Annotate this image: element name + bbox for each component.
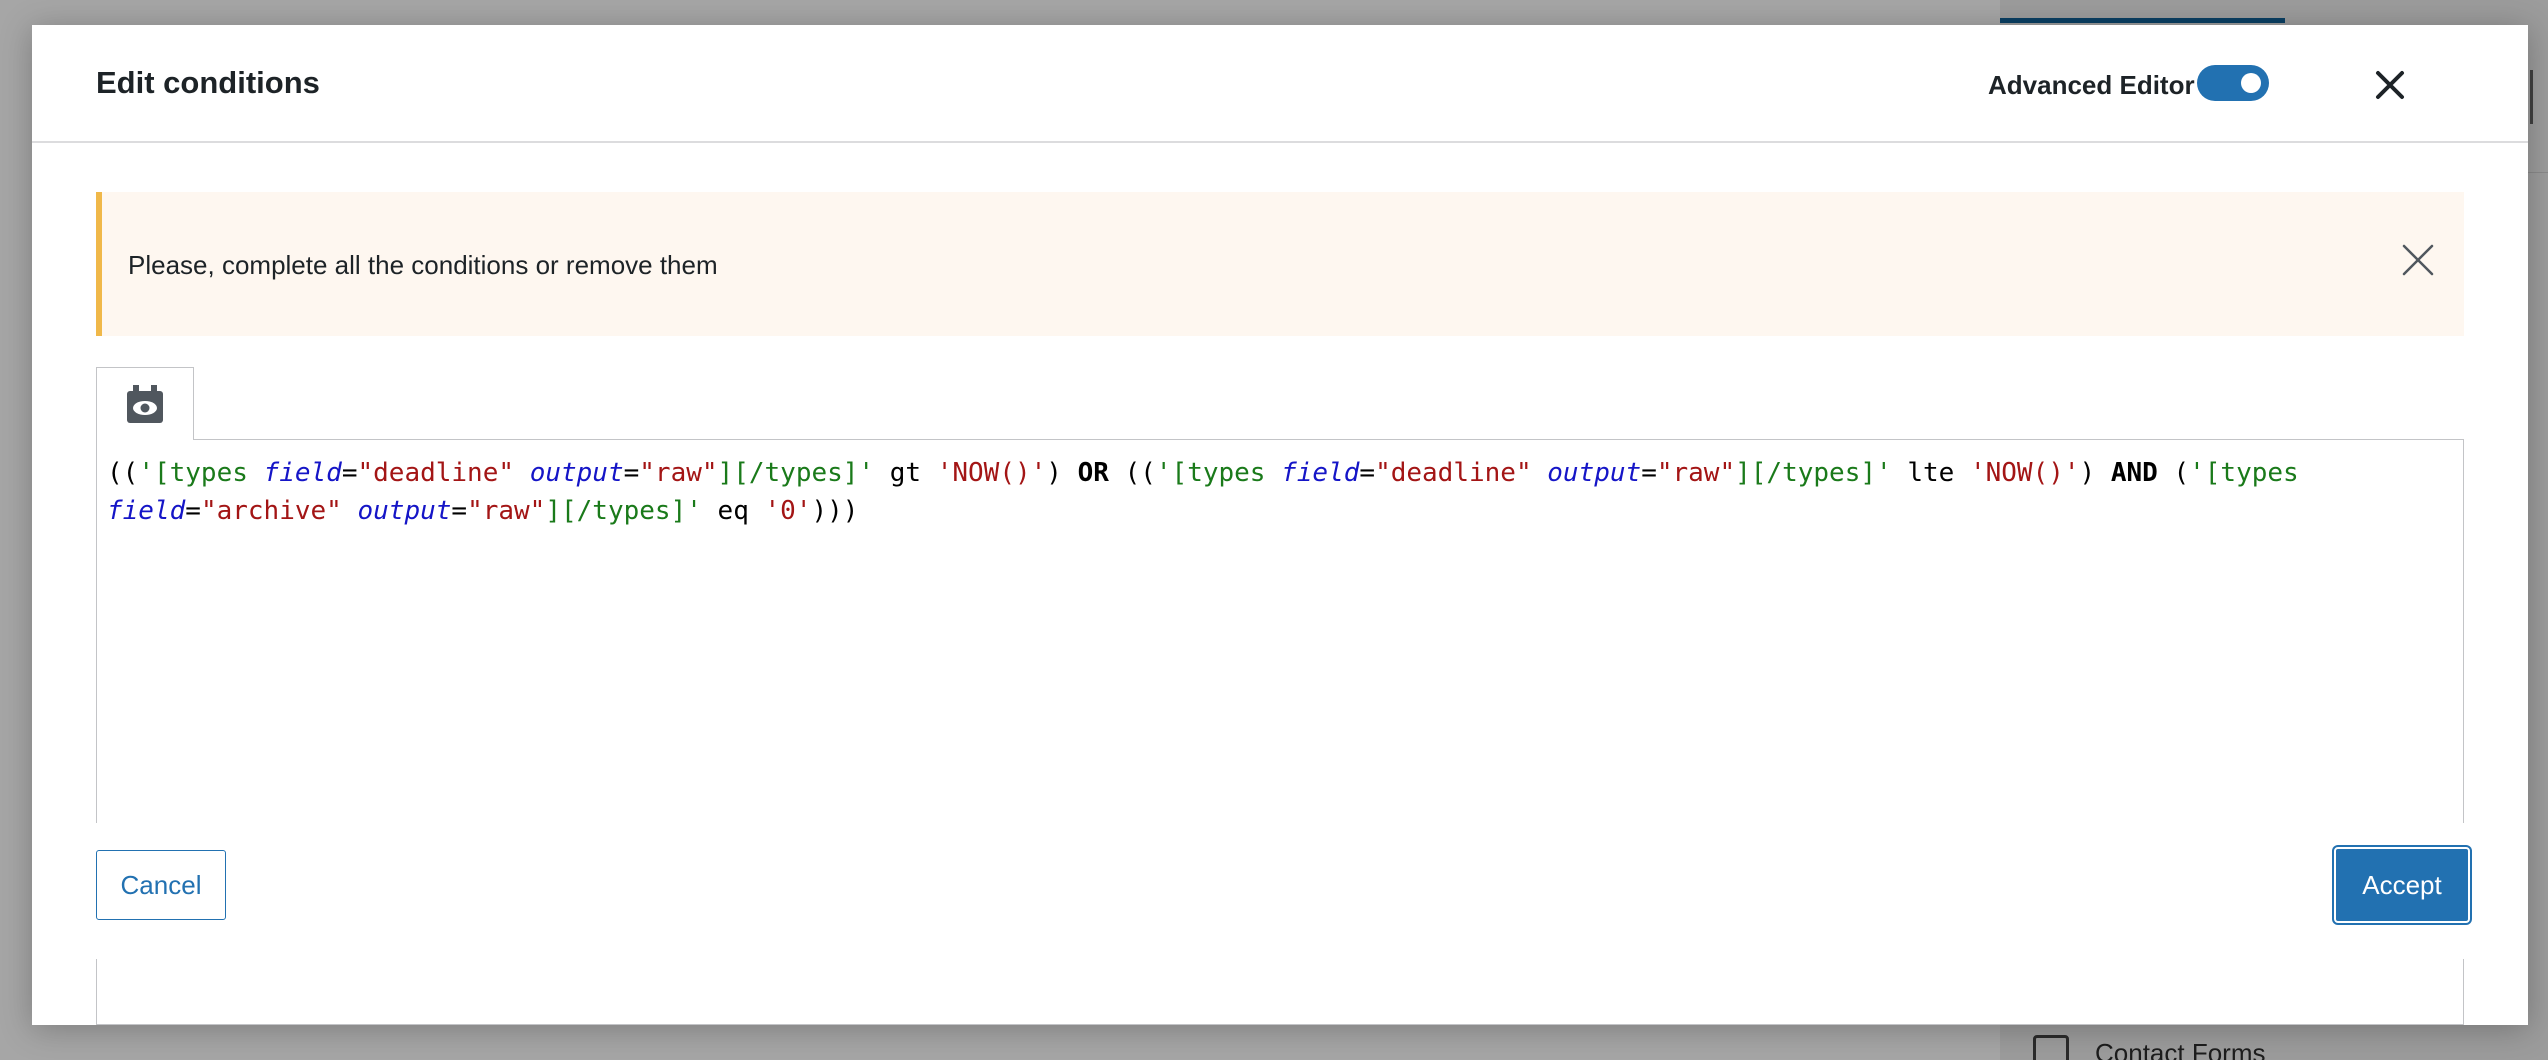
- code-token: ((: [1108, 458, 1156, 488]
- toggle-knob: [2241, 73, 2261, 93]
- code-token: 'NOW()': [936, 458, 1047, 488]
- code-token: output: [529, 458, 624, 488]
- code-content[interactable]: (('[types field="deadline" output="raw"]…: [107, 454, 2443, 530]
- accept-button[interactable]: Accept: [2334, 847, 2470, 923]
- contact-forms-checkbox: [2033, 1035, 2069, 1060]
- notice-text: Please, complete all the conditions or r…: [128, 250, 718, 280]
- code-token: "deadline": [1375, 458, 1532, 488]
- dialog-footer: Cancel Accept: [32, 823, 2528, 959]
- code-token: ): [1046, 458, 1078, 488]
- code-token: output: [1547, 458, 1642, 488]
- code-token: field: [107, 496, 186, 526]
- code-token: field: [263, 458, 342, 488]
- code-token: ][/types]': [717, 458, 875, 488]
- preview-eye-icon: [127, 385, 163, 423]
- background-active-tab-indicator: [2000, 18, 2285, 23]
- code-token: "raw": [639, 458, 718, 488]
- dialog-header: Edit conditions Advanced Editor: [32, 25, 2528, 143]
- code-token: ][/types]': [1735, 458, 1892, 488]
- code-token: gt: [874, 458, 937, 488]
- code-token: '[types: [1155, 458, 1282, 488]
- advanced-editor-toggle[interactable]: [2197, 65, 2269, 101]
- code-token: =: [1641, 458, 1657, 488]
- code-token: =: [451, 496, 468, 526]
- code-token: =: [341, 458, 358, 488]
- code-token: ][/types]': [545, 496, 702, 526]
- code-token: =: [185, 496, 201, 526]
- code-token: eq: [701, 496, 765, 526]
- code-token: ): [2079, 458, 2111, 488]
- code-token: '[types: [138, 458, 264, 488]
- code-token: =: [1359, 458, 1376, 488]
- contact-forms-label: Contact Forms: [2095, 1038, 2266, 1060]
- code-token: 'NOW()': [1969, 458, 2080, 488]
- cancel-button[interactable]: Cancel: [96, 850, 226, 920]
- preview-tab[interactable]: [96, 367, 194, 440]
- code-token: "raw": [1656, 458, 1736, 488]
- edit-conditions-dialog: Edit conditions Advanced Editor Please, …: [32, 25, 2528, 1025]
- code-token: output: [357, 496, 452, 526]
- code-token: field: [1281, 458, 1360, 488]
- code-token: OR: [1077, 458, 1109, 488]
- code-token: (: [2157, 458, 2190, 488]
- dialog-title: Edit conditions: [96, 65, 320, 100]
- code-token: '[types: [2189, 458, 2315, 488]
- code-token: lte: [1891, 458, 1970, 488]
- background-edge: [2530, 70, 2533, 124]
- warning-notice: Please, complete all the conditions or r…: [96, 192, 2464, 336]
- advanced-editor-label: Advanced Editor: [1988, 70, 2195, 100]
- code-token: AND: [2110, 458, 2158, 488]
- code-token: ((: [107, 458, 139, 488]
- close-icon[interactable]: [2372, 67, 2408, 103]
- code-token: ))): [811, 496, 859, 526]
- notice-close-icon[interactable]: [2400, 242, 2436, 278]
- code-token: "archive": [200, 496, 342, 526]
- code-token: '0': [764, 496, 812, 526]
- code-token: "raw": [467, 496, 546, 526]
- code-token: =: [623, 458, 640, 488]
- code-token: "deadline": [357, 458, 515, 488]
